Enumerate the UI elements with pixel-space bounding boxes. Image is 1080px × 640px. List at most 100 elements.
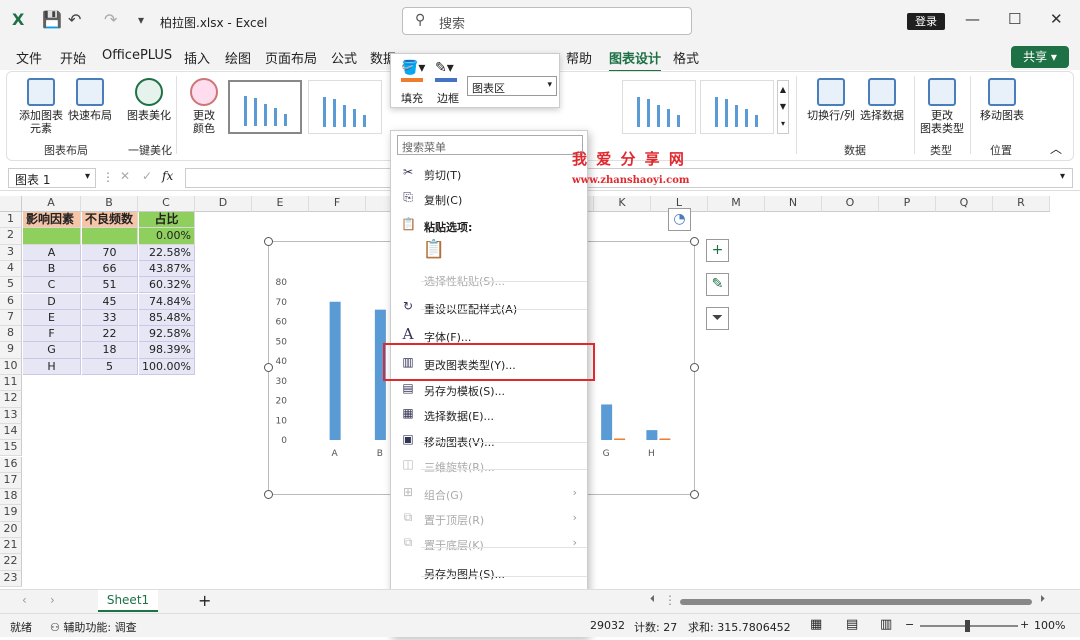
menu-item-9[interactable]: ▣ 移动图表(V)... <box>391 428 587 452</box>
next-sheet-icon[interactable]: › <box>50 593 55 607</box>
header-cell[interactable]: 影响因素 <box>23 212 81 229</box>
zoom-out-icon[interactable]: − <box>905 618 914 631</box>
add-chart-element-button[interactable]: 添加图表 元素 <box>16 78 66 135</box>
table-cell[interactable]: 66 <box>82 260 138 278</box>
tab-page-layout[interactable]: 页面布局 <box>265 48 317 67</box>
tab-officeplus[interactable]: OfficePLUS <box>102 48 172 63</box>
close-icon[interactable]: ✕ <box>1050 10 1063 28</box>
chart-style-1[interactable] <box>228 80 302 134</box>
menu-item-0[interactable]: ✂ 剪切(T) <box>391 161 587 185</box>
sheet-tab-sheet1[interactable]: Sheet1 <box>98 590 158 612</box>
search-box[interactable]: ⚲ 搜索 <box>402 7 692 35</box>
column-header-f[interactable]: F <box>309 196 366 212</box>
tab-formulas[interactable]: 公式 <box>331 48 357 67</box>
row-header-11[interactable]: 11 <box>0 375 22 392</box>
zoom-thumb[interactable] <box>965 620 970 632</box>
page-break-view-icon[interactable]: ▥ <box>880 617 892 632</box>
fill-icon[interactable]: 🪣▾ <box>401 60 425 76</box>
zoom-in-icon[interactable]: + <box>1020 618 1029 631</box>
table-cell[interactable]: 92.58% <box>139 326 195 343</box>
chart-style-2[interactable] <box>308 80 382 134</box>
menu-item-8[interactable]: ▦ 选择数据(E)... <box>391 402 587 426</box>
row-header-8[interactable]: 8 <box>0 326 22 343</box>
row-header-10[interactable]: 10 <box>0 358 22 375</box>
column-header-m[interactable]: M <box>708 196 765 212</box>
customize-toolbar-icon[interactable]: ▾ <box>138 13 144 27</box>
column-header-a[interactable]: A <box>22 196 81 212</box>
tab-chart-design[interactable]: 图表设计 <box>609 48 662 73</box>
resize-handle[interactable] <box>264 363 273 372</box>
column-header-b[interactable]: B <box>81 196 138 212</box>
chart-element-dropdown[interactable]: 图表区 ▾ <box>467 76 557 96</box>
cancel-icon[interactable]: ✕ <box>120 169 130 183</box>
row-header-19[interactable]: 19 <box>0 505 22 522</box>
select-all[interactable] <box>0 196 22 212</box>
table-cell[interactable]: 5 <box>82 358 138 375</box>
menu-item-4[interactable]: ↻ 重设以匹配样式(A) <box>391 295 587 319</box>
scroll-right-icon[interactable]: ⏵ <box>1040 594 1045 605</box>
tab-help[interactable]: 帮助 <box>566 48 592 67</box>
bar-H[interactable] <box>646 430 658 440</box>
resize-handle[interactable] <box>264 237 273 246</box>
table-cell[interactable]: B <box>23 260 81 278</box>
row-header-9[interactable]: 9 <box>0 342 22 359</box>
row-header-21[interactable]: 21 <box>0 538 22 555</box>
column-header-q[interactable]: Q <box>936 196 993 212</box>
table-cell[interactable]: 85.48% <box>139 309 195 327</box>
name-box[interactable]: 图表 1 ▾ <box>8 168 96 188</box>
tab-draw[interactable]: 绘图 <box>225 48 251 67</box>
header-cell[interactable]: 占比 <box>139 212 195 229</box>
add-sheet-icon[interactable]: + <box>198 591 211 610</box>
column-header-c[interactable]: C <box>138 196 195 212</box>
login-button[interactable]: 登录 <box>907 13 945 30</box>
table-cell[interactable]: 100.00% <box>139 358 195 375</box>
column-header-o[interactable]: O <box>822 196 879 212</box>
undo-icon[interactable]: ↶ <box>68 10 81 29</box>
prev-sheet-icon[interactable]: ‹ <box>22 593 27 607</box>
row-header-12[interactable]: 12 <box>0 391 22 408</box>
table-cell[interactable] <box>82 228 138 245</box>
menu-item-14[interactable]: 另存为图片(S)... <box>391 560 587 584</box>
row-header-2[interactable]: 2 <box>0 228 22 245</box>
column-header-n[interactable]: N <box>765 196 822 212</box>
tab-insert[interactable]: 插入 <box>184 48 210 67</box>
table-cell[interactable]: 43.87% <box>139 260 195 278</box>
table-cell[interactable]: 0.00% <box>139 228 195 245</box>
menu-search-input[interactable]: 搜索菜单 <box>397 135 583 155</box>
scroll-left-icon[interactable]: ⏴ <box>650 594 655 605</box>
resize-handle[interactable] <box>690 490 699 499</box>
paste-option-icon[interactable]: 📋 <box>421 239 447 265</box>
row-header-14[interactable]: 14 <box>0 423 22 441</box>
bar-G[interactable] <box>601 404 613 440</box>
resize-handle[interactable] <box>264 490 273 499</box>
row-header-3[interactable]: 3 <box>0 244 22 261</box>
header-cell[interactable]: 不良频数 <box>82 212 138 229</box>
table-cell[interactable]: 18 <box>82 342 138 359</box>
enter-icon[interactable]: ✓ <box>142 169 152 183</box>
table-cell[interactable]: 60.32% <box>139 277 195 294</box>
border-icon[interactable]: ✎▾ <box>435 60 454 76</box>
select-data-button[interactable]: 选择数据 <box>858 78 906 122</box>
move-chart-ribbon-button[interactable]: 移动图表 <box>978 78 1026 122</box>
normal-view-icon[interactable]: ▦ <box>810 617 822 632</box>
table-cell[interactable]: D <box>23 293 81 310</box>
row-header-15[interactable]: 15 <box>0 440 22 457</box>
table-cell[interactable]: F <box>23 326 81 343</box>
chart-elements-button[interactable]: + <box>706 239 729 262</box>
chart-style-6[interactable] <box>700 80 774 134</box>
row-header-22[interactable]: 22 <box>0 554 22 571</box>
column-header-r[interactable]: R <box>993 196 1050 212</box>
table-cell[interactable]: 70 <box>82 244 138 261</box>
table-cell[interactable]: 74.84% <box>139 293 195 310</box>
chart-filter-icon[interactable]: ⏷ <box>706 307 729 330</box>
table-cell[interactable]: 33 <box>82 309 138 327</box>
column-header-e[interactable]: E <box>252 196 309 212</box>
horizontal-scrollbar[interactable] <box>680 599 1032 605</box>
tab-file[interactable]: 文件 <box>16 48 42 67</box>
menu-item-2[interactable]: 📋 粘贴选项: <box>391 213 587 237</box>
table-cell[interactable] <box>23 228 81 245</box>
share-button[interactable]: 共享 ▾ <box>1011 46 1069 68</box>
table-cell[interactable]: 22 <box>82 326 138 343</box>
resize-handle[interactable] <box>690 237 699 246</box>
bar-secondary-H[interactable] <box>659 438 671 441</box>
